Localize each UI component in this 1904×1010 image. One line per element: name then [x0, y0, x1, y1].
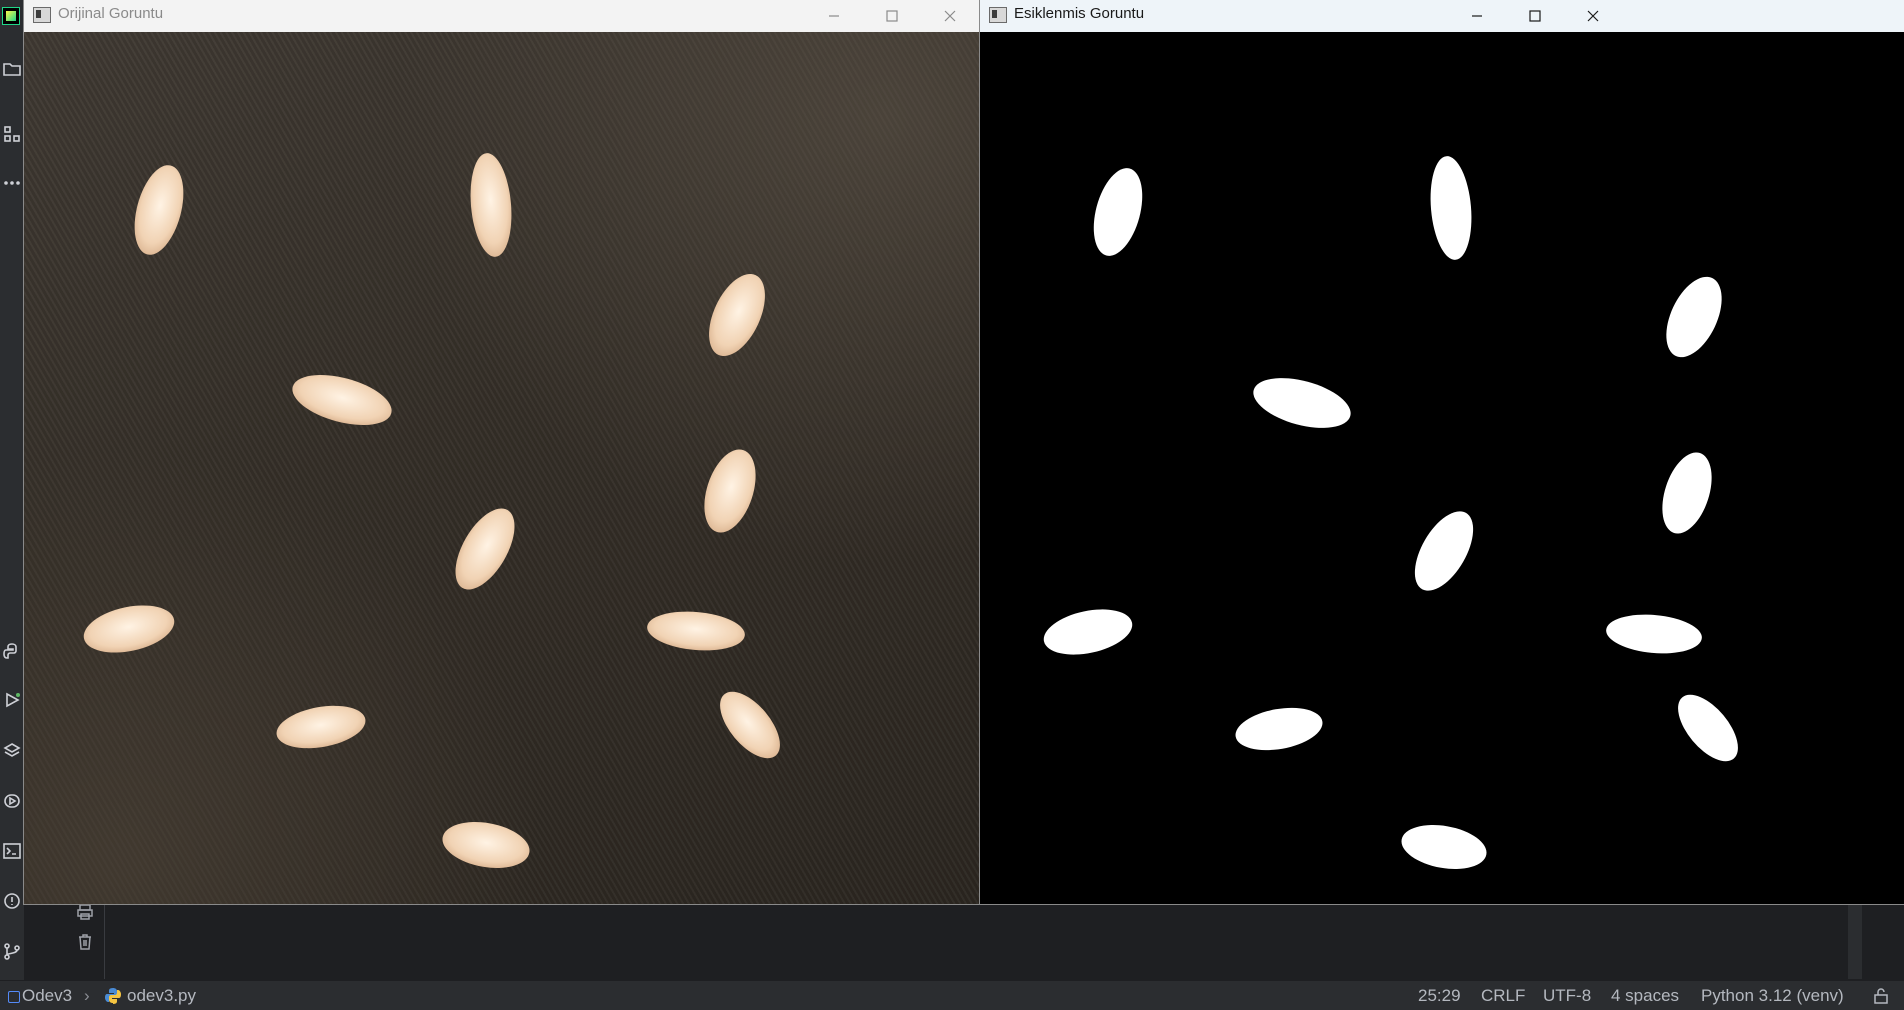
window-titlebar[interactable]: Orijinal Goruntu	[24, 0, 979, 32]
rice-grain	[292, 374, 392, 426]
rice-grain	[455, 508, 515, 590]
lock-icon[interactable]	[1872, 987, 1890, 1005]
mask-blob	[1606, 614, 1702, 654]
panel-scrollbar[interactable]	[1848, 905, 1862, 979]
terminal-icon[interactable]	[0, 836, 24, 866]
layers-icon[interactable]	[0, 736, 24, 766]
maximize-button[interactable]	[863, 0, 921, 32]
indent-setting[interactable]: 4 spaces	[1611, 986, 1679, 1006]
mask-blob	[1430, 156, 1472, 260]
caret-position[interactable]: 25:29	[1418, 986, 1461, 1006]
mask-blob	[1414, 511, 1474, 591]
ide-tool-strip	[0, 0, 25, 980]
trash-icon[interactable]	[76, 933, 94, 951]
python-interpreter[interactable]: Python 3.12 (venv)	[1701, 986, 1844, 1006]
mask-blob	[1253, 378, 1351, 428]
rice-grain	[647, 611, 745, 651]
rice-grain	[442, 822, 530, 868]
structure-icon[interactable]	[0, 119, 24, 149]
maximize-button[interactable]	[1506, 0, 1564, 32]
breadcrumb-file[interactable]: odev3.py	[127, 986, 196, 1006]
problems-icon[interactable]	[0, 886, 24, 916]
minimize-button[interactable]	[805, 0, 863, 32]
status-bar: Odev3 › odev3.py 25:29 CRLF UTF-8 4 spac…	[0, 980, 1904, 1010]
close-button[interactable]	[921, 0, 979, 32]
mask-blob	[1093, 168, 1143, 256]
print-icon[interactable]	[76, 903, 94, 921]
original-image-canvas	[24, 32, 979, 904]
pycharm-logo-icon	[2, 7, 20, 25]
rice-grain	[704, 449, 756, 533]
original-image-window[interactable]: Orijinal Goruntu	[24, 0, 979, 904]
minimize-button[interactable]	[1448, 0, 1506, 32]
rice-photo	[24, 32, 979, 904]
window-app-icon	[989, 7, 1007, 23]
python-file-icon	[104, 987, 122, 1005]
run-icon[interactable]	[0, 685, 24, 715]
rice-grain	[276, 705, 366, 749]
python-console-icon[interactable]	[0, 636, 24, 666]
window-title: Orijinal Goruntu	[58, 5, 164, 22]
thresholded-image-canvas	[980, 32, 1904, 904]
thresholded-image-window[interactable]: Esiklenmis Goruntu	[980, 0, 1904, 904]
file-encoding[interactable]: UTF-8	[1543, 986, 1591, 1006]
rice-grain	[83, 605, 175, 653]
window-titlebar[interactable]: Esiklenmis Goruntu	[980, 0, 1904, 32]
mask-blob	[1401, 825, 1487, 869]
rice-grain	[134, 165, 184, 255]
rice-grain	[709, 273, 765, 357]
mask-blob	[1235, 707, 1323, 751]
window-app-icon	[33, 7, 51, 23]
breadcrumb-chevron-icon: ›	[84, 986, 90, 1005]
window-title: Esiklenmis Goruntu	[1014, 5, 1145, 22]
mask-blob	[1662, 452, 1712, 534]
more-icon[interactable]	[0, 168, 24, 198]
close-button[interactable]	[1564, 0, 1622, 32]
ide-bottom-panel	[24, 904, 1904, 979]
project-folder-icon[interactable]	[0, 54, 24, 84]
services-icon[interactable]	[0, 786, 24, 816]
git-icon[interactable]	[0, 936, 24, 966]
rice-grain	[470, 153, 512, 257]
breadcrumb-project[interactable]: Odev3	[22, 986, 72, 1006]
line-ending[interactable]: CRLF	[1481, 986, 1525, 1006]
rice-grain	[720, 691, 780, 759]
mask-blob	[1666, 276, 1722, 358]
mask-blob	[1043, 609, 1133, 655]
module-icon	[8, 991, 20, 1003]
mask-blob	[1678, 694, 1738, 762]
